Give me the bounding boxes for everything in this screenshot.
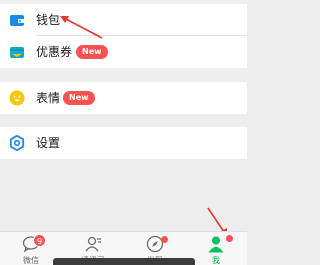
new-badge: New: [76, 45, 108, 59]
card-icon: [10, 47, 24, 58]
menu-item-coupons[interactable]: 优惠券 New: [0, 36, 247, 68]
menu-item-emoji[interactable]: 表情 New: [0, 82, 247, 114]
toast-overlay: [53, 258, 195, 265]
settings-label: 设置: [36, 136, 61, 150]
contacts-icon: [85, 236, 101, 252]
wallet-label: 钱包: [36, 13, 61, 27]
emoji-label: 表情: [36, 91, 61, 105]
menu-item-wallet[interactable]: 钱包: [0, 4, 247, 36]
smiley-icon: [9, 90, 25, 106]
person-icon: [208, 236, 224, 253]
notification-dot: [226, 235, 233, 242]
menu-item-settings[interactable]: 设置: [0, 127, 247, 159]
wallet-icon: [10, 15, 24, 26]
new-badge: New: [63, 91, 95, 105]
gear-icon: [9, 135, 25, 151]
unread-count-badge: 9: [33, 234, 46, 247]
notification-dot: [161, 236, 168, 243]
coupons-label: 优惠券: [36, 45, 73, 59]
